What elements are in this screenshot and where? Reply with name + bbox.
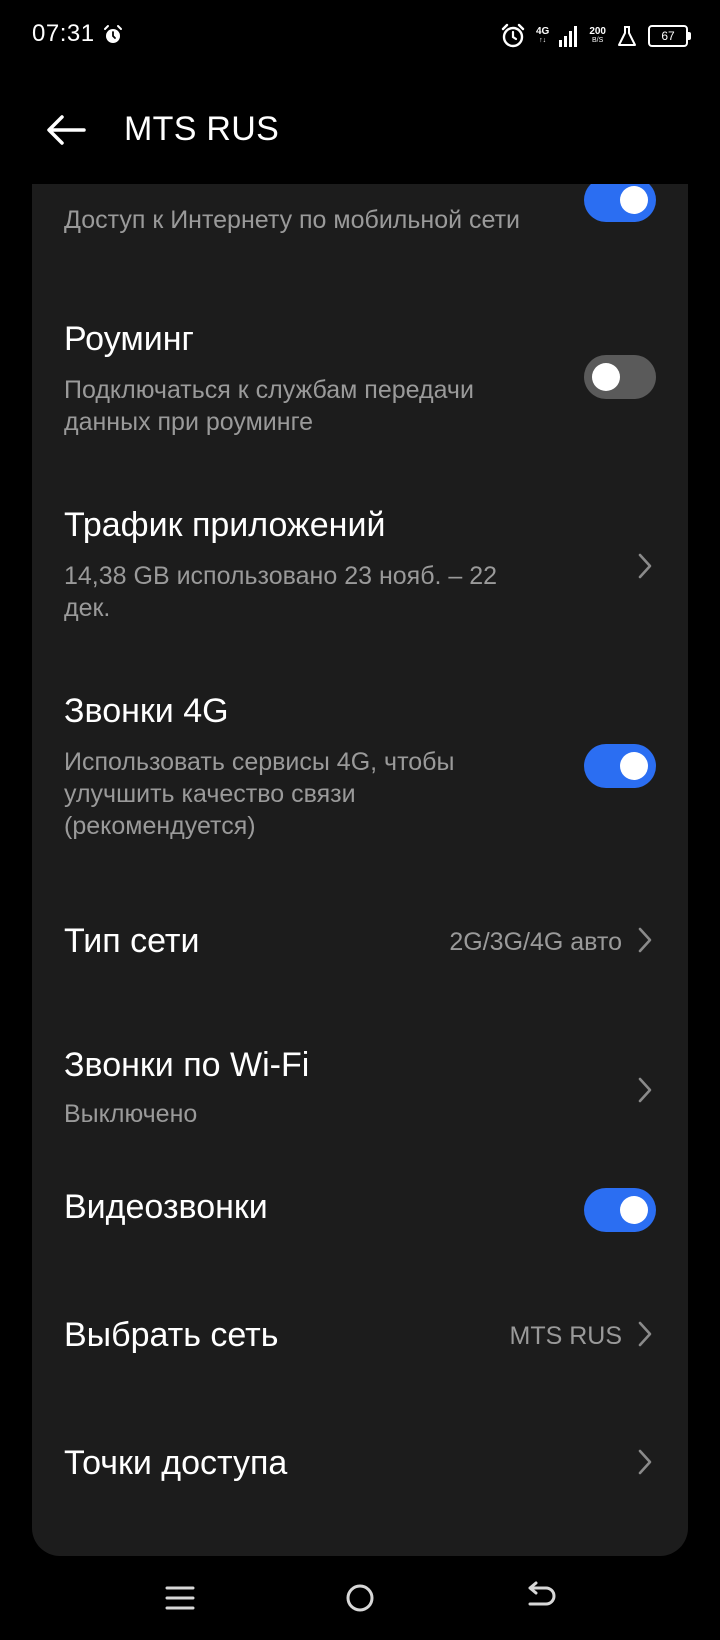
wifi-calls-subtitle: Выключено bbox=[64, 1100, 198, 1128]
network-speed-value: 200 bbox=[589, 26, 606, 37]
settings-card: Доступ к Интернету по мобильной сети Роу… bbox=[32, 184, 688, 1556]
settings-row-network-type[interactable]: Тип сети 2G/3G/4G авто bbox=[32, 866, 688, 1002]
flask-icon bbox=[618, 26, 636, 46]
network-type-title: Тип сети bbox=[64, 922, 200, 960]
settings-row-4g-calls[interactable]: Звонки 4G Использовать сервисы 4G, чтобы… bbox=[32, 666, 688, 866]
select-network-title: Выбрать сеть bbox=[64, 1316, 279, 1354]
roaming-toggle[interactable] bbox=[584, 355, 656, 399]
menu-icon[interactable] bbox=[156, 1574, 204, 1622]
signal-icon bbox=[559, 26, 578, 47]
chevron-right-icon bbox=[638, 553, 652, 579]
calls-4g-toggle[interactable] bbox=[584, 744, 656, 788]
alarm-icon bbox=[104, 25, 122, 43]
network-type-value: 2G/3G/4G авто bbox=[449, 928, 622, 956]
app-header: MTS RUS bbox=[0, 72, 720, 184]
network-type-indicator: 4G ↑↓ bbox=[536, 27, 549, 45]
status-icons: 4G ↑↓ 200 B/S 67 bbox=[500, 20, 691, 52]
settings-row-roaming[interactable]: Роуминг Подключаться к службам передачи … bbox=[32, 294, 688, 480]
video-calls-toggle[interactable] bbox=[584, 1188, 656, 1232]
toggle-knob bbox=[620, 752, 648, 780]
access-points-title: Точки доступа bbox=[64, 1444, 288, 1482]
back-arrow-icon[interactable] bbox=[42, 106, 90, 154]
roaming-title: Роуминг bbox=[64, 320, 194, 358]
toggle-knob bbox=[592, 363, 620, 391]
chevron-right-icon bbox=[638, 1321, 652, 1347]
chevron-right-icon bbox=[638, 1449, 652, 1475]
page-title: MTS RUS bbox=[124, 110, 280, 148]
network-speed-indicator: 200 B/S bbox=[589, 27, 606, 45]
status-time: 07:31 bbox=[32, 20, 95, 47]
network-type-label: 4G bbox=[535, 26, 550, 37]
status-bar: 07:31 4G ↑↓ 200 B/S 67 bbox=[0, 0, 720, 72]
alarm-icon bbox=[501, 23, 525, 48]
calls-4g-subtitle: Использовать сервисы 4G, чтобы улучшить … bbox=[64, 748, 455, 840]
select-network-value: MTS RUS bbox=[509, 1322, 623, 1350]
calls-4g-title: Звонки 4G bbox=[64, 692, 229, 730]
settings-row-video-calls[interactable]: Видеозвонки bbox=[32, 1146, 688, 1274]
mobile-data-subtitle: Доступ к Интернету по мобильной сети bbox=[64, 206, 521, 234]
settings-row-select-network[interactable]: Выбрать сеть MTS RUS bbox=[32, 1274, 688, 1402]
mobile-data-toggle[interactable] bbox=[584, 184, 656, 222]
settings-row-app-traffic[interactable]: Трафик приложений 14,38 GB использовано … bbox=[32, 480, 688, 666]
app-traffic-title: Трафик приложений bbox=[64, 506, 386, 544]
video-calls-title: Видеозвонки bbox=[64, 1188, 268, 1226]
network-activity-label: ↑↓ bbox=[539, 37, 547, 44]
app-traffic-subtitle: 14,38 GB использовано 23 нояб. – 22 дек. bbox=[64, 562, 498, 622]
network-speed-unit: B/S bbox=[592, 37, 604, 44]
chevron-right-icon bbox=[638, 927, 652, 953]
toggle-knob bbox=[620, 186, 648, 214]
system-navigation-bar bbox=[0, 1556, 720, 1640]
settings-row-wifi-calls[interactable]: Звонки по Wi-Fi Выключено bbox=[32, 1002, 688, 1146]
back-icon[interactable] bbox=[516, 1574, 564, 1622]
chevron-right-icon bbox=[638, 1077, 652, 1103]
home-icon[interactable] bbox=[336, 1574, 384, 1622]
settings-row-access-points[interactable]: Точки доступа bbox=[32, 1402, 688, 1532]
settings-row-mobile-data[interactable]: Доступ к Интернету по мобильной сети bbox=[32, 184, 688, 294]
battery-icon: 67 bbox=[648, 25, 691, 47]
toggle-knob bbox=[620, 1196, 648, 1224]
roaming-subtitle: Подключаться к службам передачи данных п… bbox=[64, 376, 474, 436]
wifi-calls-title: Звонки по Wi-Fi bbox=[64, 1046, 310, 1084]
